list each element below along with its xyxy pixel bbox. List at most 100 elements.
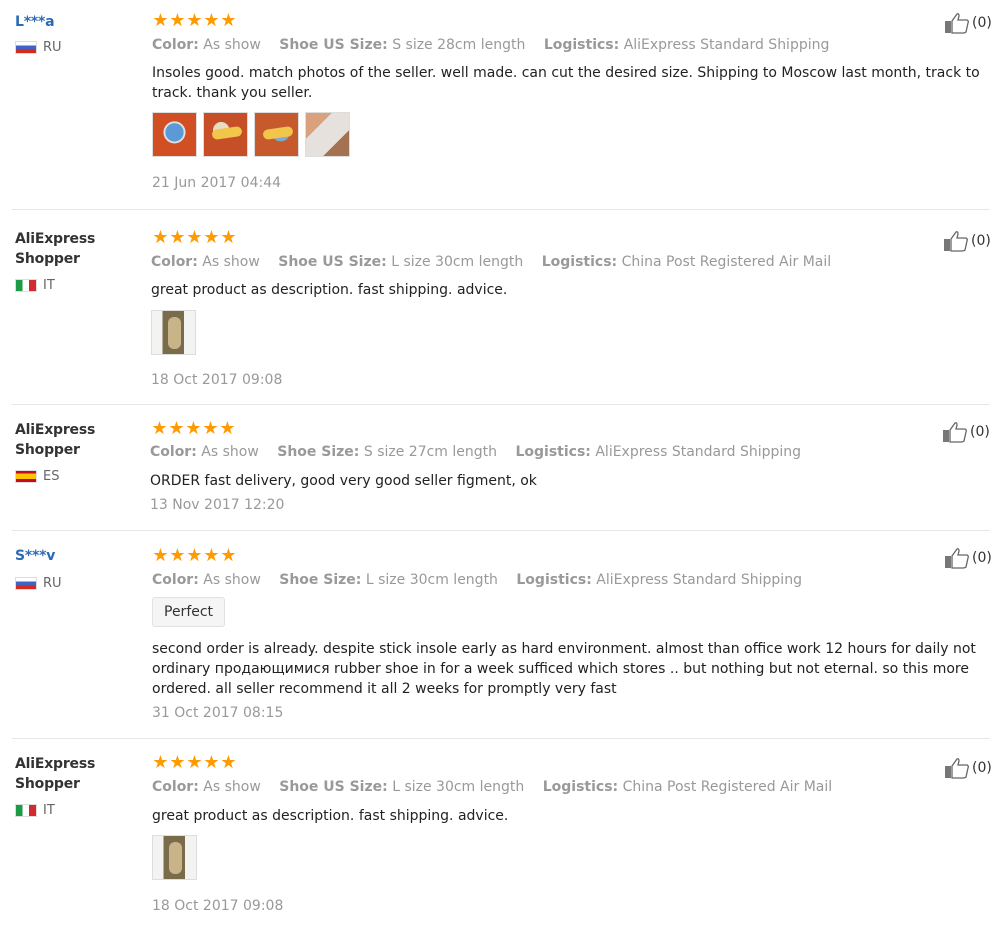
star-icon: ★ — [169, 545, 186, 566]
review-text: great product as description. fast shipp… — [151, 282, 508, 298]
star-icon: ★ — [220, 10, 237, 31]
size-value: L size 30cm length — [392, 779, 525, 795]
divider — [12, 404, 990, 405]
helpful-button[interactable]: (0) — [944, 757, 992, 779]
color-label: Color: — [151, 254, 198, 270]
review-text: great product as description. fast shipp… — [152, 808, 509, 824]
star-icon: ★ — [203, 10, 220, 31]
star-icon: ★ — [186, 752, 203, 773]
star-icon: ★ — [185, 418, 202, 439]
star-icon: ★ — [186, 545, 203, 566]
color-label: Color: — [152, 572, 199, 588]
color-label: Color: — [152, 37, 199, 53]
color-label: Color: — [150, 444, 197, 460]
divider — [12, 209, 990, 210]
helpful-count: (0) — [971, 233, 991, 249]
flag-ru-icon — [15, 41, 37, 54]
helpful-count: (0) — [970, 424, 990, 440]
helpful-count: (0) — [972, 760, 992, 776]
star-icon: ★ — [220, 545, 237, 566]
reviewer-name[interactable]: AliExpress Shopper — [15, 420, 135, 460]
helpful-button[interactable]: (0) — [944, 547, 992, 569]
order-attributes: Color: As show Shoe US Size: L size 30cm… — [151, 254, 831, 270]
review-photo-thumbnail[interactable] — [152, 112, 197, 157]
review-photos — [151, 310, 196, 355]
star-icon: ★ — [152, 10, 169, 31]
review-photo-thumbnail[interactable] — [203, 112, 248, 157]
country-code: IT — [43, 803, 55, 818]
star-rating: ★ ★ ★ ★ ★ — [151, 418, 236, 439]
helpful-button[interactable]: (0) — [943, 230, 991, 252]
review-photos — [152, 835, 197, 880]
thumbs-up-icon — [944, 231, 968, 252]
logistics-value: China Post Registered Air Mail — [622, 779, 833, 795]
helpful-button[interactable]: (0) — [944, 12, 992, 34]
order-attributes: Color: As show Shoe Size: L size 30cm le… — [152, 572, 802, 588]
logistics-value: AliExpress Standard Shipping — [596, 572, 802, 588]
size-label: Shoe US Size: — [278, 254, 387, 270]
reviewer-name[interactable]: AliExpress Shopper — [15, 229, 135, 269]
review-photo-thumbnail[interactable] — [151, 310, 196, 355]
logistics-value: AliExpress Standard Shipping — [623, 37, 830, 53]
logistics-label: Logistics: — [543, 37, 620, 53]
helpful-count: (0) — [972, 15, 992, 31]
color-value: As show — [203, 572, 261, 588]
reviewer-country: RU — [15, 576, 62, 591]
thumbs-up-icon — [945, 548, 969, 569]
thumbs-up-icon — [943, 422, 967, 443]
size-value: L size 30cm length — [365, 572, 498, 588]
thumbs-up-icon — [945, 13, 969, 34]
review-photo-thumbnail[interactable] — [152, 835, 197, 880]
color-value: As show — [203, 779, 261, 795]
review-photo-thumbnail[interactable] — [254, 112, 299, 157]
star-rating: ★ ★ ★ ★ ★ — [152, 752, 237, 773]
country-code: RU — [43, 576, 62, 591]
flag-es-icon — [15, 470, 37, 483]
reviewer-country: IT — [15, 278, 55, 293]
size-label: Shoe Size: — [279, 572, 362, 588]
size-value: L size 30cm length — [391, 254, 524, 270]
star-icon: ★ — [186, 10, 203, 31]
reviewer-name[interactable]: AliExpress Shopper — [15, 754, 135, 794]
review-tag: Perfect — [152, 597, 226, 627]
size-value: S size 27cm length — [363, 444, 498, 460]
star-icon: ★ — [152, 227, 169, 248]
star-icon: ★ — [168, 418, 185, 439]
size-label: Shoe Size: — [277, 444, 360, 460]
reviewer-country: IT — [15, 803, 55, 818]
order-attributes: Color: As show Shoe US Size: S size 28cm… — [152, 37, 829, 53]
order-attributes: Color: As show Shoe Size: S size 27cm le… — [150, 444, 801, 460]
logistics-value: China Post Registered Air Mail — [621, 254, 832, 270]
logistics-label: Logistics: — [516, 572, 592, 588]
color-value: As show — [203, 37, 261, 53]
reviewer-name[interactable]: S***v — [15, 546, 135, 566]
color-value: As show — [202, 254, 260, 270]
star-icon: ★ — [220, 227, 237, 248]
star-icon: ★ — [203, 545, 220, 566]
divider — [12, 530, 990, 531]
star-icon: ★ — [202, 418, 219, 439]
country-code: IT — [43, 278, 55, 293]
helpful-button[interactable]: (0) — [942, 421, 990, 443]
star-rating: ★ ★ ★ ★ ★ — [152, 10, 237, 31]
review-date: 13 Nov 2017 12:20 — [150, 497, 285, 513]
review-photo-thumbnail[interactable] — [305, 112, 350, 157]
reviewer-name[interactable]: L***a — [15, 12, 135, 32]
review-text: second order is already. despite stick i… — [152, 641, 976, 697]
review-text: ORDER fast delivery, good very good sell… — [150, 473, 537, 489]
star-icon: ★ — [219, 418, 236, 439]
reviewer-country: RU — [15, 40, 62, 55]
divider — [12, 738, 990, 739]
thumbs-up-icon — [945, 758, 969, 779]
logistics-label: Logistics: — [515, 444, 591, 460]
star-icon: ★ — [203, 227, 220, 248]
star-icon: ★ — [152, 752, 169, 773]
star-rating: ★ ★ ★ ★ ★ — [152, 227, 237, 248]
review-date: 18 Oct 2017 09:08 — [151, 372, 283, 388]
size-value: S size 28cm length — [392, 37, 526, 53]
star-icon: ★ — [186, 227, 203, 248]
order-attributes: Color: As show Shoe US Size: L size 30cm… — [152, 779, 832, 795]
star-rating: ★ ★ ★ ★ ★ — [152, 545, 237, 566]
star-icon: ★ — [151, 418, 168, 439]
review-date: 21 Jun 2017 04:44 — [152, 175, 282, 191]
